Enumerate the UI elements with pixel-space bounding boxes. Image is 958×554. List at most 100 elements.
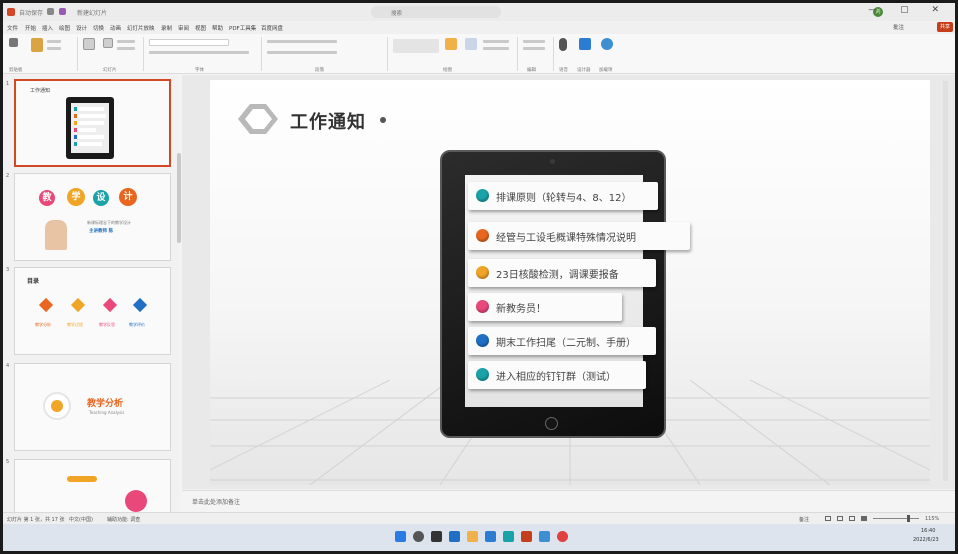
- normal-view-icon[interactable]: [825, 516, 831, 521]
- thumb-char: 计: [119, 188, 137, 206]
- autosave-label[interactable]: 自动保存: [19, 8, 43, 17]
- search-box[interactable]: 搜索: [371, 6, 501, 18]
- notice-item-5[interactable]: 期末工作扫尾（二元制、手册）: [468, 327, 656, 355]
- cut-button[interactable]: [47, 40, 61, 43]
- slide-canvas[interactable]: 工作通知 排课原则（轮转与4、8、12） 经管与工设毛概课特殊情况说明 23日核…: [210, 80, 930, 485]
- bullet-dot: [476, 368, 489, 381]
- notice-item-4[interactable]: 新教务员！: [468, 293, 622, 321]
- ribbon-group-addins: 加载项: [599, 68, 613, 73]
- title-bar: 自动保存 新建幻灯片 搜索 刘 — ▢ ✕: [3, 3, 955, 21]
- notice-item-6[interactable]: 进入相应的钉钉群（测试）: [468, 361, 646, 389]
- thumbnail-scrollbar[interactable]: [177, 153, 181, 243]
- comment-button[interactable]: 批注: [893, 23, 904, 31]
- divider: [77, 37, 78, 71]
- clock-time[interactable]: 16:40: [921, 528, 935, 534]
- slideshow-icon[interactable]: [861, 516, 867, 521]
- find-button[interactable]: [523, 40, 545, 43]
- paste-icon[interactable]: [31, 38, 43, 52]
- paragraph-align-buttons[interactable]: [267, 51, 337, 54]
- undo-icon[interactable]: [59, 8, 66, 15]
- canvas-scrollbar[interactable]: [943, 81, 948, 481]
- zoom-slider-handle[interactable]: [907, 515, 910, 522]
- paragraph-list-buttons[interactable]: [267, 40, 337, 43]
- new-slide-icon[interactable]: [83, 38, 95, 50]
- tablet-home-button: [545, 417, 558, 430]
- menu-pdf-tools[interactable]: PDF工具集: [229, 24, 256, 32]
- thumb-presenter: 主讲教师 陈: [89, 229, 114, 234]
- dingtalk-icon[interactable]: [539, 531, 550, 542]
- layout-icon[interactable]: [103, 38, 113, 48]
- copy-button[interactable]: [47, 47, 61, 50]
- section-button[interactable]: [117, 47, 135, 50]
- menu-animations[interactable]: 动画: [110, 24, 121, 32]
- notice-item-3[interactable]: 23日核酸检测，调课要报备: [468, 259, 656, 287]
- thumb-item: 教学反思: [99, 322, 115, 327]
- notes-pane[interactable]: 单击此处添加备注: [182, 490, 955, 512]
- powerpoint-app-icon: [7, 8, 15, 16]
- slide-thumbnail-4[interactable]: 教学分析 Teaching Analysis: [14, 363, 171, 451]
- reset-button[interactable]: [117, 40, 135, 43]
- notes-toggle-button[interactable]: 备注: [799, 516, 809, 523]
- zoom-level[interactable]: 115%: [925, 516, 939, 522]
- slide-thumbnail-panel: 1 工作通知 2 教 学 设 计 新课标理念下的教学设计 主讲教师 陈 3 目录…: [3, 75, 181, 515]
- clock-date[interactable]: 2022/6/23: [913, 537, 939, 543]
- store-icon[interactable]: [503, 531, 514, 542]
- slide-thumbnail-5[interactable]: [14, 459, 171, 515]
- slide-number: 4: [6, 363, 10, 369]
- replace-button[interactable]: [523, 47, 545, 50]
- windows-taskbar: 16:40 2022/6/23: [3, 524, 955, 551]
- save-icon[interactable]: [47, 8, 54, 15]
- divider: [261, 37, 262, 71]
- divider: [517, 37, 518, 71]
- menu-record[interactable]: 录制: [161, 24, 172, 32]
- shape-outline-button[interactable]: [483, 47, 509, 50]
- font-format-buttons[interactable]: [149, 51, 249, 54]
- microphone-icon[interactable]: [559, 38, 567, 51]
- accessibility-indicator[interactable]: 辅助功能: 调查: [107, 516, 140, 523]
- ribbon-group-paragraph: 段落: [315, 68, 324, 73]
- app-icon[interactable]: [557, 531, 568, 542]
- menu-slideshow[interactable]: 幻灯片放映: [127, 24, 155, 32]
- undo-icon[interactable]: [9, 38, 18, 47]
- notice-item-2[interactable]: 经管与工设毛概课特殊情况说明: [468, 222, 690, 250]
- slide-thumbnail-2[interactable]: 教 学 设 计 新课标理念下的教学设计 主讲教师 陈: [14, 173, 171, 261]
- menu-file[interactable]: 文件: [7, 24, 18, 32]
- designer-icon[interactable]: [579, 38, 591, 50]
- menu-transitions[interactable]: 切换: [93, 24, 104, 32]
- menu-design[interactable]: 设计: [76, 24, 87, 32]
- arrange-icon[interactable]: [445, 38, 457, 50]
- addins-icon[interactable]: [601, 38, 613, 50]
- bullet-dot: [476, 266, 489, 279]
- quick-styles-icon[interactable]: [465, 38, 477, 50]
- slide-thumbnail-3[interactable]: 目录 教学分析 教学过程 教学反思 教学评价: [14, 267, 171, 355]
- menu-baidu-netdisk[interactable]: 百度网盘: [261, 24, 283, 32]
- shapes-gallery[interactable]: [393, 39, 439, 53]
- widgets-icon[interactable]: [449, 531, 460, 542]
- ribbon-group-designer: 设计器: [577, 68, 591, 73]
- shape-fill-button[interactable]: [483, 40, 509, 43]
- menu-review[interactable]: 审阅: [178, 24, 189, 32]
- notice-item-1[interactable]: 排课原则（轮转与4、8、12）: [468, 182, 658, 210]
- menu-draw[interactable]: 绘图: [59, 24, 70, 32]
- edge-icon[interactable]: [485, 531, 496, 542]
- powerpoint-taskbar-icon[interactable]: [521, 531, 532, 542]
- reading-view-icon[interactable]: [849, 516, 855, 521]
- slide-thumbnail-1[interactable]: 工作通知: [14, 79, 171, 167]
- window-controls[interactable]: — ▢ ✕: [868, 5, 949, 15]
- menu-view[interactable]: 视图: [195, 24, 206, 32]
- menu-home[interactable]: 开始: [25, 24, 36, 32]
- file-explorer-icon[interactable]: [467, 531, 478, 542]
- search-icon[interactable]: [413, 531, 424, 542]
- zoom-slider[interactable]: [873, 518, 919, 519]
- menu-insert[interactable]: 插入: [42, 24, 53, 32]
- thumb-circle: [125, 490, 147, 512]
- share-button[interactable]: 共享: [937, 22, 953, 32]
- menu-help[interactable]: 帮助: [212, 24, 223, 32]
- task-view-icon[interactable]: [431, 531, 442, 542]
- slide-title[interactable]: 工作通知: [290, 108, 366, 134]
- language-indicator[interactable]: 中文(中国): [69, 516, 93, 523]
- start-icon[interactable]: [395, 531, 406, 542]
- font-family-select[interactable]: [149, 39, 229, 46]
- slide-sorter-icon[interactable]: [837, 516, 843, 521]
- file-name: 新建幻灯片: [77, 10, 108, 17]
